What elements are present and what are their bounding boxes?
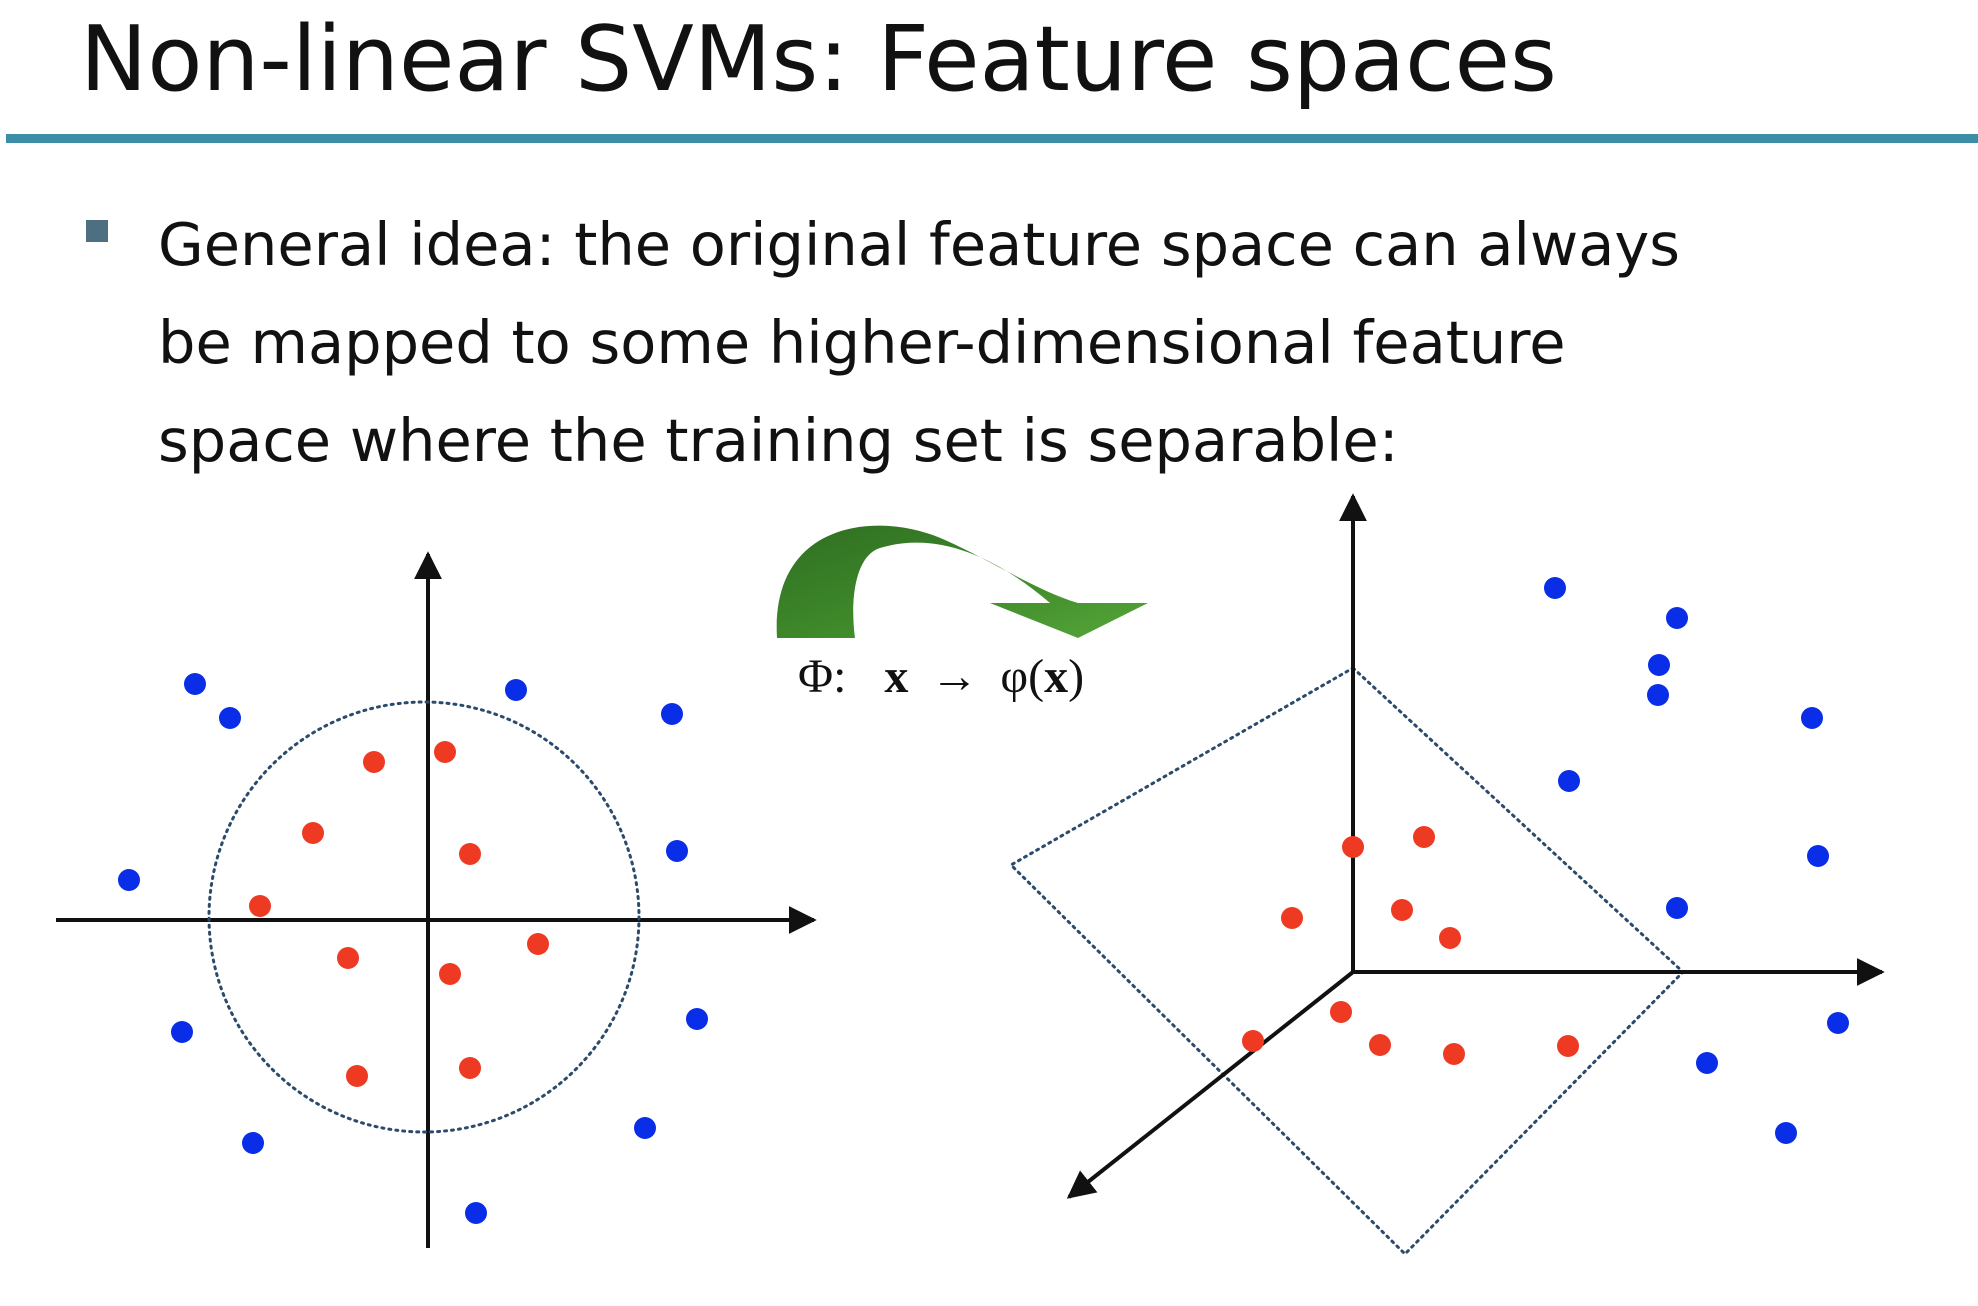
input-blue-point: [242, 1132, 264, 1154]
feature-red-point: [1281, 907, 1303, 929]
mapping-input: x: [884, 650, 908, 703]
input-blue-point: [184, 673, 206, 695]
input-blue-point: [219, 707, 241, 729]
input-blue-point: [661, 703, 683, 725]
input-red-point: [459, 1057, 481, 1079]
input-red-point: [346, 1065, 368, 1087]
circular-decision-boundary: [207, 700, 641, 1134]
input-red-point: [363, 751, 385, 773]
input-blue-point: [505, 679, 527, 701]
feature-blue-point: [1558, 770, 1580, 792]
feature-blue-point: [1666, 607, 1688, 629]
feature-blue-point: [1801, 707, 1823, 729]
input-blue-point: [118, 869, 140, 891]
feature-blue-point: [1666, 897, 1688, 919]
feature-blue-point: [1544, 577, 1566, 599]
input-red-point: [527, 933, 549, 955]
feature-red-point: [1557, 1035, 1579, 1057]
feature-blue-point: [1827, 1012, 1849, 1034]
feature-space-plot: [1008, 493, 1885, 1257]
feature-red-point: [1391, 899, 1413, 921]
mapping-close-paren: ): [1068, 650, 1084, 703]
feature-red-point: [1443, 1043, 1465, 1065]
feature-blue-point: [1696, 1052, 1718, 1074]
feature-red-point: [1413, 826, 1435, 848]
input-blue-points: [118, 673, 708, 1224]
feature-red-point: [1242, 1030, 1264, 1052]
input-red-point: [337, 947, 359, 969]
feature-blue-point: [1648, 654, 1670, 676]
feature-blue-point: [1807, 845, 1829, 867]
feature-red-points: [1242, 826, 1579, 1065]
input-blue-point: [171, 1021, 193, 1043]
input-red-point: [459, 843, 481, 865]
input-red-points: [249, 741, 549, 1087]
input-blue-point: [686, 1008, 708, 1030]
input-red-point: [434, 741, 456, 763]
mapping-arrow: Φ: x → φ(x): [776, 525, 1148, 703]
feature-red-point: [1330, 1001, 1352, 1023]
curved-arrow-icon: [776, 525, 1148, 638]
mapping-function: φ(: [1000, 650, 1044, 703]
input-red-point: [439, 963, 461, 985]
input-space-plot: [56, 551, 817, 1248]
feature-blue-point: [1775, 1122, 1797, 1144]
feature-y-axis: [1066, 970, 1355, 1199]
mapping-symbol: Φ:: [798, 650, 846, 703]
input-blue-point: [666, 840, 688, 862]
input-blue-point: [634, 1117, 656, 1139]
feature-blue-points: [1544, 577, 1849, 1144]
feature-space-diagram: Φ: x → φ(x): [56, 493, 1885, 1257]
separating-hyperplane: [1008, 666, 1686, 1257]
input-blue-point: [465, 1202, 487, 1224]
feature-blue-point: [1647, 684, 1669, 706]
feature-red-point: [1369, 1034, 1391, 1056]
mapping-argument: x: [1044, 650, 1068, 703]
mapping-arrow-symbol: →: [930, 650, 978, 703]
feature-red-point: [1439, 927, 1461, 949]
input-red-point: [249, 895, 271, 917]
feature-red-point: [1342, 836, 1364, 858]
input-red-point: [302, 822, 324, 844]
mapping-formula: Φ: x → φ(x): [798, 650, 1084, 703]
